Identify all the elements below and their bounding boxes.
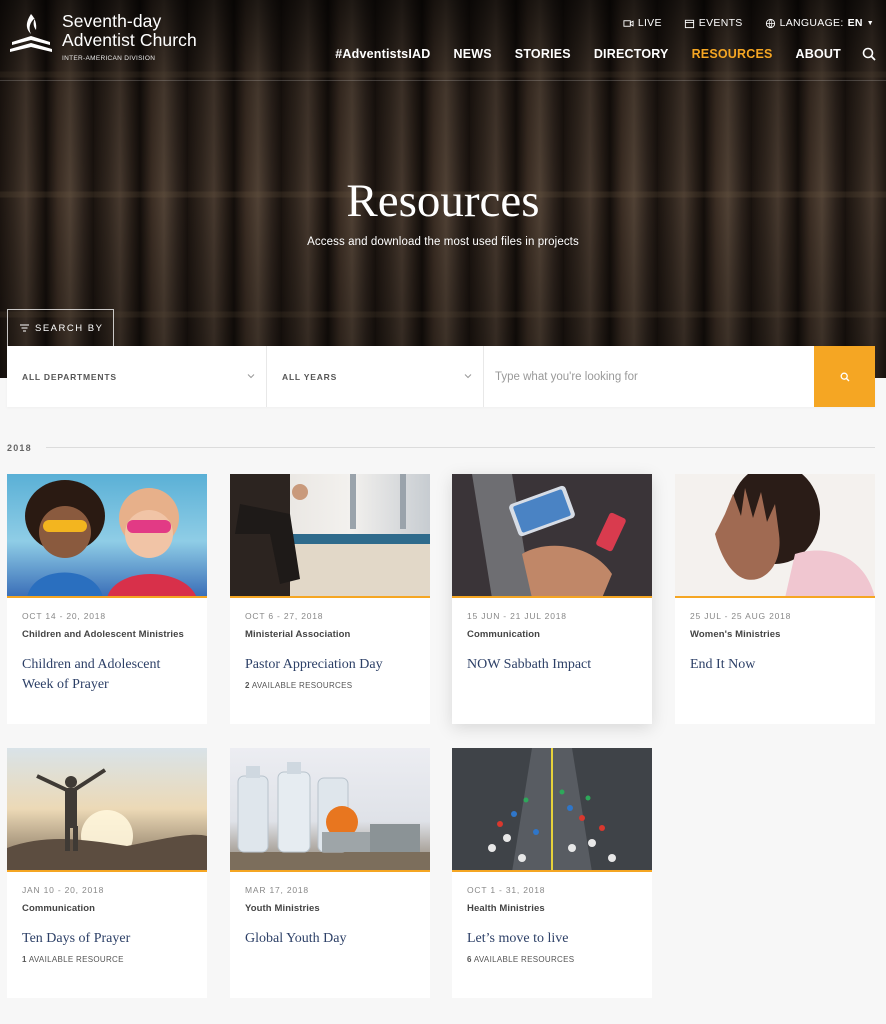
language-label: LANGUAGE: [779, 17, 844, 29]
resource-card-image [7, 748, 207, 872]
resource-date: 15 JUN - 21 JUL 2018 [467, 611, 567, 621]
page-subtitle: Access and download the most used files … [307, 236, 579, 248]
resource-date: OCT 6 - 27, 2018 [245, 611, 324, 621]
resource-count: 1 [22, 955, 27, 964]
year-select[interactable]: ALL YEARS [267, 346, 484, 407]
resource-date: OCT 14 - 20, 2018 [22, 611, 106, 621]
resource-title[interactable]: End It Now [690, 655, 860, 675]
resource-card[interactable]: 25 JUL - 25 AUG 2018 Women's Ministries … [675, 474, 875, 724]
search-by-toggle[interactable]: SEARCH BY [7, 309, 114, 346]
header-divider [0, 80, 886, 81]
raised-hand-illustration [675, 474, 875, 596]
resource-department: Youth Ministries [245, 903, 320, 914]
nav-hashtag[interactable]: #AdventistsIAD [335, 47, 430, 61]
resource-card[interactable]: OCT 14 - 20, 2018 Children and Adolescen… [7, 474, 207, 724]
resource-availability: 2 AVAILABLE RESOURCES [245, 681, 415, 690]
resource-card[interactable]: MAR 17, 2018 Youth Ministries Global You… [230, 748, 430, 998]
resource-card-image [452, 474, 652, 598]
nav-resources[interactable]: RESOURCES [692, 47, 773, 61]
brand-subtitle: INTER-AMERICAN DIVISION [62, 55, 156, 62]
pastor-sitting-illustration [230, 474, 430, 596]
site-logo[interactable]: Seventh-day Adventist Church INTER-AMERI… [8, 12, 197, 62]
nav-about[interactable]: ABOUT [796, 47, 841, 61]
resource-title[interactable]: Children and Adolescent Week of Prayer [22, 655, 192, 695]
resource-department: Ministerial Association [245, 629, 351, 640]
resource-card-image [7, 474, 207, 598]
search-button[interactable] [814, 346, 875, 407]
resource-count-label: AVAILABLE RESOURCE [28, 955, 124, 964]
globe-icon [765, 18, 775, 28]
year-divider [46, 447, 875, 448]
resource-count-label: AVAILABLE RESOURCES [473, 955, 575, 964]
resource-count: 2 [245, 681, 250, 690]
man-sunrise-illustration [7, 768, 207, 870]
year-select-value: ALL YEARS [282, 371, 338, 382]
resource-availability: 6 AVAILABLE RESOURCES [467, 955, 637, 964]
resource-department: Women's Ministries [690, 629, 781, 640]
resource-department: Children and Adolescent Ministries [22, 629, 184, 640]
resource-card-image [230, 748, 430, 872]
search-by-label: SEARCH BY [35, 322, 104, 334]
resource-count-label: AVAILABLE RESOURCES [251, 681, 353, 690]
chevron-down-icon [247, 374, 255, 379]
filter-icon [20, 324, 29, 332]
church-logo-icon [10, 14, 52, 52]
resource-date: MAR 17, 2018 [245, 885, 309, 895]
resource-title[interactable]: Let’s move to live [467, 929, 637, 949]
nav-stories[interactable]: STORIES [515, 47, 571, 61]
water-bottles-illustration [230, 762, 430, 870]
resource-title[interactable]: Global Youth Day [245, 929, 415, 949]
resource-count: 6 [467, 955, 472, 964]
resource-card-image [230, 474, 430, 598]
marathon-runners-illustration [452, 748, 652, 870]
resource-card[interactable]: OCT 1 - 31, 2018 Health Ministries Let’s… [452, 748, 652, 998]
nav-news[interactable]: NEWS [453, 47, 491, 61]
resource-card[interactable]: 15 JUN - 21 JUL 2018 Communication NOW S… [452, 474, 652, 724]
kids-superheroes-illustration [25, 480, 196, 596]
brand-line-1: Seventh-day [62, 11, 162, 31]
resource-department: Communication [467, 629, 541, 640]
events-link[interactable]: EVENTS [684, 17, 743, 29]
resource-title[interactable]: NOW Sabbath Impact [467, 655, 637, 675]
live-label: LIVE [637, 17, 662, 29]
resource-date: 25 JUL - 25 AUG 2018 [690, 611, 792, 621]
phones-in-hands-illustration [452, 474, 652, 596]
caret-down-icon: ▼ [866, 19, 874, 27]
language-value: EN [847, 17, 863, 29]
search-icon [840, 372, 849, 381]
search-icon[interactable] [862, 47, 876, 61]
resource-date: OCT 1 - 31, 2018 [467, 885, 546, 895]
brand-line-2: Adventist Church [62, 30, 197, 50]
resource-date: JAN 10 - 20, 2018 [22, 885, 105, 895]
main-nav: #AdventistsIAD NEWS STORIES DIRECTORY RE… [335, 47, 876, 61]
resource-title[interactable]: Ten Days of Prayer [22, 929, 192, 949]
resource-card[interactable]: OCT 6 - 27, 2018 Ministerial Association… [230, 474, 430, 724]
events-label: EVENTS [698, 17, 743, 29]
video-icon [623, 19, 634, 27]
resource-card-image [452, 748, 652, 872]
resource-department: Health Ministries [467, 903, 545, 914]
utility-nav: LIVE EVENTS LANGUAGE: EN ▼ [623, 17, 874, 29]
page-title: Resources [346, 175, 540, 227]
year-heading: 2018 [7, 443, 32, 453]
resource-card[interactable]: JAN 10 - 20, 2018 Communication Ten Days… [7, 748, 207, 998]
calendar-icon [684, 19, 694, 28]
department-select[interactable]: ALL DEPARTMENTS [7, 346, 267, 407]
resource-card-image [675, 474, 875, 598]
resource-department: Communication [22, 903, 96, 914]
language-selector[interactable]: LANGUAGE: EN ▼ [765, 17, 874, 29]
department-select-value: ALL DEPARTMENTS [22, 371, 117, 382]
nav-directory[interactable]: DIRECTORY [594, 47, 669, 61]
live-link[interactable]: LIVE [623, 17, 662, 29]
filter-bar: ALL DEPARTMENTS ALL YEARS [7, 346, 875, 407]
resource-availability: 1 AVAILABLE RESOURCE [22, 955, 192, 964]
chevron-down-icon [464, 374, 472, 379]
search-input[interactable] [484, 346, 814, 407]
resource-title[interactable]: Pastor Appreciation Day [245, 655, 415, 675]
